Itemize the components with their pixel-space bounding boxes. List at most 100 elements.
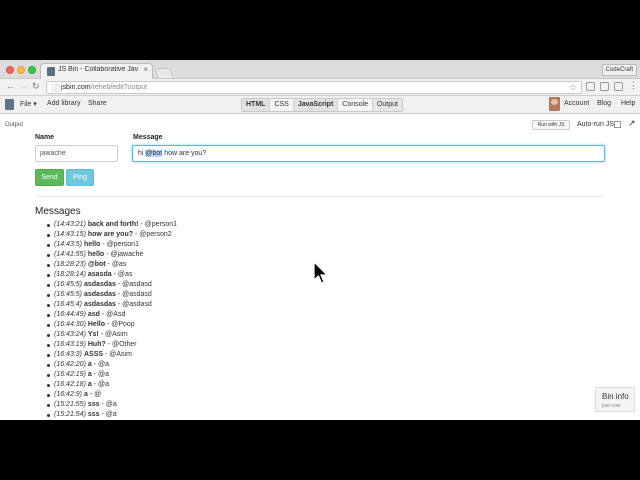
bin-info-title: Bin info: [602, 392, 629, 401]
message-user: @person2: [139, 231, 172, 238]
message-text: asdasdas: [83, 281, 116, 288]
message-text: hello: [83, 241, 101, 248]
extension-icon[interactable]: [614, 82, 623, 91]
ping-button[interactable]: Ping: [66, 169, 94, 186]
window-minimize-button[interactable]: [17, 66, 25, 74]
browser-tab[interactable]: JS Bin - Collaborative JavaScript ×: [40, 63, 153, 79]
list-item: (16:43:19) Huh? - @Other: [47, 340, 177, 350]
url-input[interactable]: ⓘ jsbin.com/reheb/edit?output ☆: [46, 81, 582, 94]
blog-link[interactable]: Blog: [597, 100, 611, 107]
tab-close-icon[interactable]: ×: [143, 65, 148, 74]
tab-title: JS Bin - Collaborative JavaScript: [58, 66, 138, 73]
message-label: Message: [133, 134, 163, 141]
extension-icon[interactable]: [586, 82, 595, 91]
list-item: (15:21:55) sss - @a: [47, 400, 177, 410]
jsbin-logo-icon[interactable]: [5, 99, 14, 110]
add-library-menu[interactable]: Add library: [47, 100, 80, 107]
new-tab-button[interactable]: [154, 68, 174, 78]
message-user: @a: [105, 401, 117, 408]
bin-info-panel[interactable]: Bin info just now: [595, 387, 635, 412]
message-user: @as: [111, 261, 127, 268]
divider: [35, 196, 605, 197]
kebab-menu-icon[interactable]: ⋮: [629, 80, 638, 91]
back-arrow-icon[interactable]: ←: [6, 81, 15, 91]
list-item: (16:45:4) asdasdas - @asdasd: [47, 300, 177, 310]
message-user: @Asd: [106, 311, 126, 318]
message-time: (16:42:18): [54, 381, 86, 388]
message-time: (14:41:55): [54, 251, 86, 258]
list-item: (16:43:3) ASSS - @Asim: [47, 350, 177, 360]
message-user: @asdasd: [122, 281, 152, 288]
url-path: /reheb/edit?output: [90, 84, 148, 91]
profile-badge[interactable]: CodeCraft: [601, 64, 637, 76]
message-time: (14:43:15): [54, 231, 86, 238]
window-maximize-button[interactable]: [28, 66, 36, 74]
list-item: (18:28:23) @bot - @as: [47, 260, 177, 270]
reload-icon[interactable]: ↻: [32, 81, 40, 92]
message-text: @bot: [87, 261, 106, 268]
list-item: (14:43:5) hello - @person1: [47, 240, 177, 250]
message-text: asasda: [87, 271, 112, 278]
autorun-label: Auto-run JS: [577, 121, 614, 128]
panel-toggles: HTML CSS JavaScript Console Output: [241, 98, 403, 112]
forward-arrow-icon[interactable]: →: [19, 81, 28, 91]
list-item: (14:43:21) back and forth! - @person1: [47, 220, 177, 230]
send-button[interactable]: Send: [35, 169, 64, 186]
window-close-button[interactable]: [6, 66, 14, 74]
tab-console[interactable]: Console: [338, 99, 373, 111]
message-text: asdasdas: [83, 301, 116, 308]
tab-javascript[interactable]: JavaScript: [293, 99, 339, 111]
message-text: a: [87, 371, 92, 378]
popout-arrow-icon[interactable]: ↗: [628, 118, 636, 129]
output-panel-label: Output: [5, 122, 24, 128]
bookmark-star-icon[interactable]: ☆: [569, 82, 577, 93]
list-item: (16:45:5) asdasdas - @asdasd: [47, 290, 177, 300]
avatar[interactable]: [549, 97, 560, 111]
message-input[interactable]: hi @bot how are you?: [132, 145, 605, 162]
tab-output[interactable]: Output: [372, 99, 402, 111]
browser-window: JS Bin - Collaborative JavaScript × Code…: [0, 60, 640, 420]
list-item: (16:42:19) a - @a: [47, 370, 177, 380]
tab-html[interactable]: HTML: [242, 99, 271, 111]
list-item: (15:21:54) sss - @a: [47, 410, 177, 420]
message-time: (16:45:5): [54, 291, 83, 298]
share-menu[interactable]: Share: [88, 100, 107, 107]
message-user: @a: [105, 411, 117, 418]
message-list: (14:43:21) back and forth! - @person1 (14…: [47, 220, 177, 420]
list-item: (16:42:9) a - @: [47, 390, 177, 400]
message-time: (15:21:54): [54, 411, 86, 418]
message-text: a: [87, 361, 92, 368]
bin-info-subtitle: just now: [602, 403, 621, 409]
jsbin-toolbar: File ▾ Add library Share HTML CSS JavaSc…: [0, 96, 640, 114]
title-bar: JS Bin - Collaborative JavaScript × Code…: [0, 60, 640, 79]
list-item: (16:45:5) asdasdas - @asdasd: [47, 280, 177, 290]
message-user: @a: [98, 381, 110, 388]
list-item: (16:44:30) Hello - @Poop: [47, 320, 177, 330]
messages-heading: Messages: [35, 206, 81, 217]
message-time: (16:44:49): [54, 311, 86, 318]
message-time: (16:42:9): [54, 391, 83, 398]
message-user: @a: [98, 371, 110, 378]
message-user: @person1: [106, 241, 139, 248]
message-user: @as: [117, 271, 133, 278]
jsbin-favicon-icon: [47, 67, 55, 76]
list-item: (14:43:15) how are you? - @person2: [47, 230, 177, 240]
file-menu[interactable]: File ▾: [20, 100, 37, 108]
account-link[interactable]: Account: [564, 100, 589, 107]
extension-icon[interactable]: [600, 82, 609, 91]
help-link[interactable]: Help: [621, 100, 635, 107]
name-input[interactable]: [35, 145, 118, 162]
message-text: asdasdas: [83, 291, 116, 298]
mouse-pointer-icon: [313, 261, 329, 284]
info-icon[interactable]: ⓘ: [52, 83, 60, 94]
tab-css[interactable]: CSS: [270, 99, 294, 111]
run-with-js-button[interactable]: Run with JS: [532, 120, 570, 130]
message-time: (18:28:14): [54, 271, 86, 278]
message-user: @Poop: [111, 321, 135, 328]
autorun-checkbox[interactable]: [614, 121, 621, 128]
message-time: (18:28:23): [54, 261, 86, 268]
message-user: @jawache: [110, 251, 144, 258]
message-text: ASSS: [83, 351, 104, 358]
message-user: @person1: [144, 221, 178, 228]
message-user: @Asim: [105, 331, 128, 338]
